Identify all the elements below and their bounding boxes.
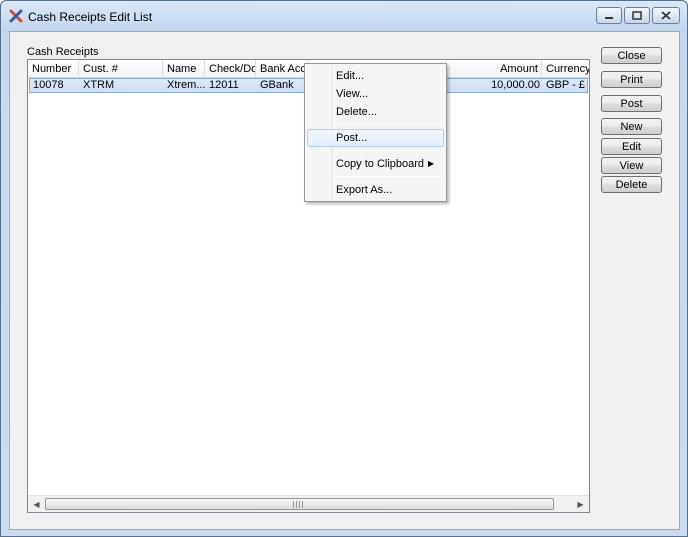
col-header-name[interactable]: Name bbox=[163, 60, 205, 78]
new-button[interactable]: New bbox=[601, 118, 662, 135]
title-bar[interactable]: Cash Receipts Edit List bbox=[1, 1, 687, 31]
print-button[interactable]: Print bbox=[601, 71, 662, 88]
scroll-right-button[interactable]: ▶ bbox=[572, 496, 589, 512]
horizontal-scrollbar[interactable]: ◀ ▶ bbox=[28, 495, 589, 512]
x-logo-icon bbox=[9, 9, 23, 23]
col-header-check[interactable]: Check/Do bbox=[205, 60, 256, 78]
post-button[interactable]: Post bbox=[601, 95, 662, 112]
edit-button[interactable]: Edit bbox=[601, 138, 662, 155]
menu-item-label: Copy to Clipboard bbox=[336, 158, 425, 170]
menu-item-edit[interactable]: Edit... bbox=[307, 67, 444, 85]
cash-receipts-window: Cash Receipts Edit List Cash Receipts Nu… bbox=[0, 0, 688, 537]
menu-item-post[interactable]: Post... bbox=[307, 129, 444, 147]
window-title: Cash Receipts Edit List bbox=[28, 10, 153, 24]
col-header-number[interactable]: Number bbox=[28, 60, 79, 78]
close-icon bbox=[661, 11, 671, 20]
arrow-left-icon: ◀ bbox=[33, 499, 40, 509]
cell-cust: XTRM bbox=[83, 79, 115, 91]
view-button[interactable]: View bbox=[601, 157, 662, 174]
minimize-icon bbox=[605, 16, 613, 19]
close-button[interactable]: Close bbox=[601, 47, 662, 64]
scrollbar-thumb[interactable] bbox=[45, 498, 554, 510]
menu-item-delete[interactable]: Delete... bbox=[307, 103, 444, 121]
col-header-currency[interactable]: Currency bbox=[542, 60, 589, 78]
arrow-right-icon: ▶ bbox=[577, 499, 584, 509]
menu-separator bbox=[335, 124, 444, 125]
context-menu: Edit... View... Delete... Post... Copy t… bbox=[304, 63, 447, 202]
cell-currency: GBP - £ bbox=[546, 79, 585, 91]
col-header-cust[interactable]: Cust. # bbox=[79, 60, 163, 78]
cell-check: 12011 bbox=[209, 79, 239, 91]
menu-item-export-as[interactable]: Export As... bbox=[307, 181, 444, 199]
close-window-button[interactable] bbox=[652, 7, 680, 24]
cell-bank: GBank bbox=[260, 79, 294, 91]
maximize-icon bbox=[632, 11, 642, 20]
maximize-button[interactable] bbox=[624, 7, 650, 24]
minimize-button[interactable] bbox=[596, 7, 622, 24]
scroll-left-button[interactable]: ◀ bbox=[28, 496, 45, 512]
col-header-bank[interactable]: Bank Acco bbox=[256, 60, 308, 78]
menu-separator bbox=[335, 150, 444, 151]
menu-item-view[interactable]: View... bbox=[307, 85, 444, 103]
grip-icon bbox=[293, 501, 305, 508]
menu-separator bbox=[335, 176, 444, 177]
submenu-arrow-icon: ▶ bbox=[427, 159, 434, 168]
delete-button[interactable]: Delete bbox=[601, 176, 662, 193]
menu-item-copy-to-clipboard[interactable]: Copy to Clipboard ▶ bbox=[307, 155, 444, 173]
cell-number: 10078 bbox=[33, 79, 64, 91]
window-controls bbox=[596, 7, 680, 24]
cell-name: Xtrem... bbox=[167, 79, 206, 91]
cash-receipts-label: Cash Receipts bbox=[27, 46, 99, 58]
